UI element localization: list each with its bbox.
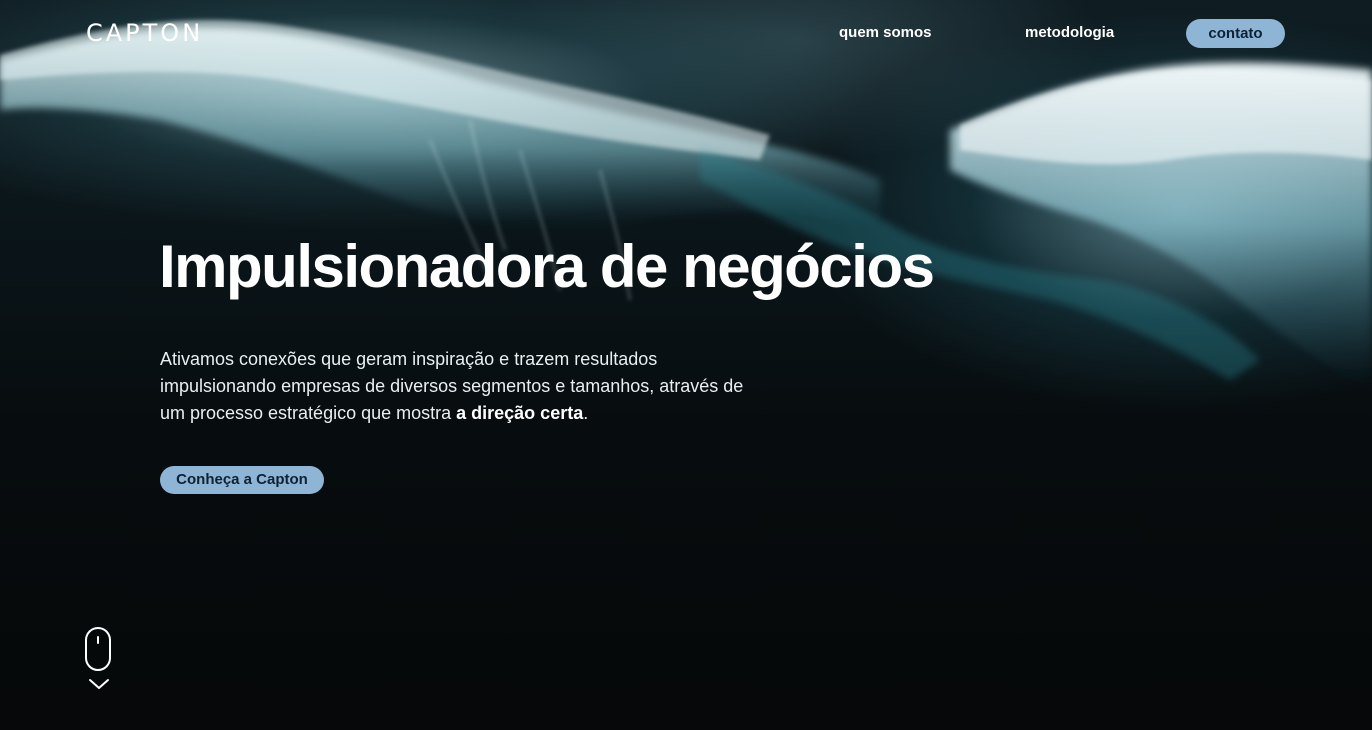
hero-section: CAPTON quem somos metodologia contato Im… xyxy=(0,0,1372,730)
learn-more-button[interactable]: Conheça a Capton xyxy=(160,466,324,494)
mouse-icon[interactable] xyxy=(85,627,111,671)
mouse-wheel-icon xyxy=(97,636,99,644)
contact-button[interactable]: contato xyxy=(1186,19,1285,48)
nav-link-metodologia[interactable]: metodologia xyxy=(1025,24,1114,41)
intro-text-emphasis: a direção certa xyxy=(456,403,584,423)
intro-text-end: . xyxy=(583,403,589,423)
chevron-down-icon[interactable] xyxy=(88,678,110,690)
hero-headline: Impulsionadora de negócios xyxy=(159,233,935,300)
intro-text-main: Ativamos conexões que geram inspiração e… xyxy=(160,349,744,423)
nav-link-quem-somos[interactable]: quem somos xyxy=(839,24,932,41)
hero-intro-text: Ativamos conexões que geram inspiração e… xyxy=(160,346,760,427)
top-navigation: CAPTON quem somos metodologia contato xyxy=(0,0,1372,66)
capton-logo[interactable]: CAPTON xyxy=(86,19,203,47)
